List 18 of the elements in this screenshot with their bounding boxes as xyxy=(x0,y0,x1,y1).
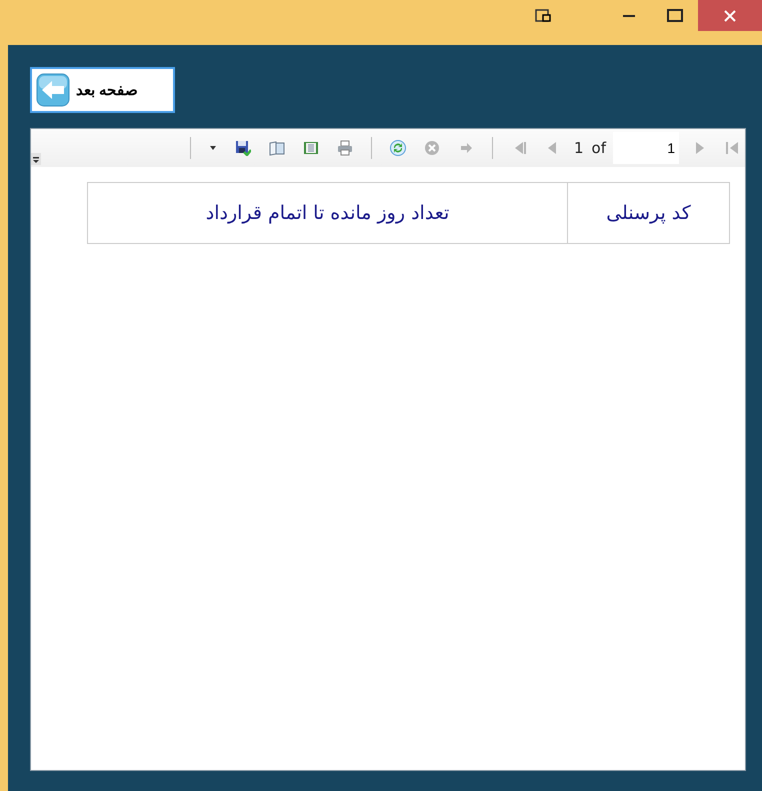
save-icon[interactable] xyxy=(234,140,251,156)
minimize-icon xyxy=(623,14,635,16)
close-button[interactable] xyxy=(698,0,762,31)
column-header: تعداد روز مانده تا اتمام قرارداد xyxy=(204,201,450,226)
page-number-field[interactable]: 1 xyxy=(613,132,679,164)
page-count-text: of xyxy=(592,139,606,157)
window-icon xyxy=(535,8,551,22)
page-count-text: 1 xyxy=(574,139,584,157)
column-header: کد پرسنلی xyxy=(567,183,729,243)
next-page-button[interactable]: صفحه بعد xyxy=(30,67,175,113)
maximize-icon xyxy=(667,9,683,22)
overflow-icon[interactable] xyxy=(31,153,41,165)
arrow-left-icon xyxy=(36,73,70,107)
refresh-icon[interactable] xyxy=(390,140,406,156)
book-icon[interactable] xyxy=(268,140,285,156)
printer-icon[interactable] xyxy=(336,140,353,156)
document-icon[interactable] xyxy=(302,140,319,156)
close-icon xyxy=(724,10,736,22)
